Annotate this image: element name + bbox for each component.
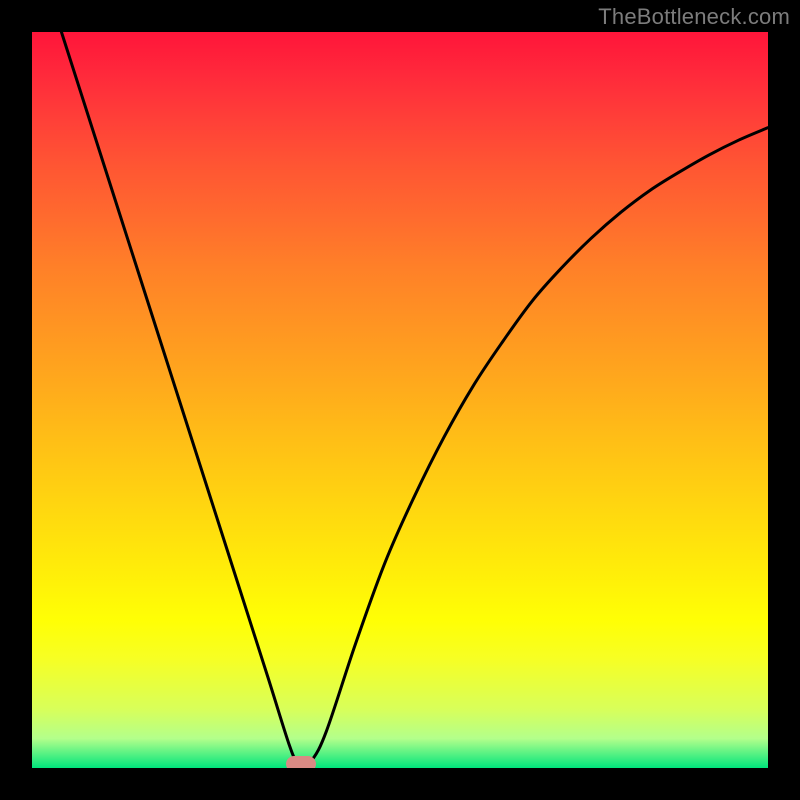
chart-frame: TheBottleneck.com (0, 0, 800, 800)
plot-area (32, 32, 768, 768)
minimum-marker (286, 756, 316, 768)
bottleneck-curve (32, 32, 768, 768)
watermark-label: TheBottleneck.com (598, 4, 790, 30)
